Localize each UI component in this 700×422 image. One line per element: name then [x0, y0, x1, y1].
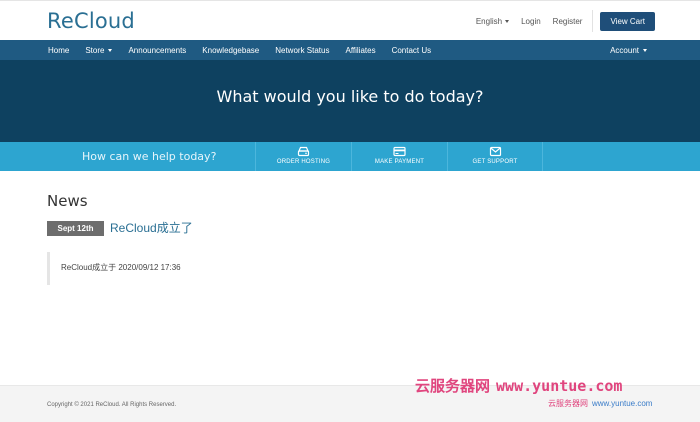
envelope-icon [489, 146, 501, 157]
divider [592, 10, 594, 32]
nav-item-knowledgebase[interactable]: Knowledgebase [202, 46, 259, 55]
news-excerpt-text: ReCloud成立于 2020/09/12 17:36 [61, 263, 181, 272]
news-heading: News [47, 192, 88, 210]
watermark: 云服务器网 www.yuntue.com [415, 375, 622, 396]
date-badge: Sept 12th [47, 221, 104, 236]
register-link[interactable]: Register [553, 17, 583, 26]
news-title-link[interactable]: ReCloud成立了 [110, 219, 193, 236]
nav-item-home[interactable]: Home [48, 46, 69, 55]
nav-item-account[interactable]: Account [610, 40, 647, 60]
nav-item-announcements[interactable]: Announcements [128, 46, 186, 55]
copyright-text: Copyright © 2021 ReCloud. All Rights Res… [47, 402, 177, 408]
make-payment-button[interactable]: MAKE PAYMENT [351, 142, 447, 171]
logo[interactable]: ReCloud [47, 9, 135, 33]
nav-account-label: Account [610, 45, 639, 55]
chevron-down-icon [108, 48, 113, 52]
hero-banner: What would you like to do today? [0, 60, 700, 142]
news-excerpt: ReCloud成立于 2020/09/12 17:36 [47, 252, 347, 285]
main-nav: Home Store Announcements Knowledgebase N… [0, 40, 700, 60]
watermark-url: www.yuntue.com [496, 377, 623, 395]
nav-item-store-label: Store [85, 45, 105, 55]
nav-item-store[interactable]: Store [85, 45, 113, 55]
chevron-down-icon [505, 19, 510, 23]
language-label: English [475, 16, 503, 26]
top-links: English Login Register View Cart [464, 10, 655, 32]
login-link[interactable]: Login [521, 17, 541, 26]
hero-title: What would you like to do today? [216, 87, 484, 106]
get-support-button[interactable]: GET SUPPORT [447, 142, 543, 171]
watermark-cn: 云服务器网 [415, 377, 491, 395]
watermark-small-url: www.yuntue.com [592, 399, 653, 408]
credit-card-icon [393, 146, 406, 157]
nav-item-contact-us[interactable]: Contact Us [392, 46, 432, 55]
watermark-small: 云服务器网 www.yuntue.com [548, 398, 652, 409]
view-cart-button[interactable]: View Cart [600, 11, 655, 31]
header: ReCloud English Login Register View Cart [0, 0, 700, 40]
action-bar: How can we help today? ORDER HOSTING MAK… [0, 142, 700, 171]
order-hosting-label: ORDER HOSTING [276, 159, 331, 165]
language-selector[interactable]: English [475, 16, 510, 26]
make-payment-label: MAKE PAYMENT [374, 159, 425, 165]
server-icon [297, 146, 310, 157]
watermark-small-cn: 云服务器网 [548, 399, 588, 408]
get-support-label: GET SUPPORT [472, 159, 518, 165]
help-prompt: How can we help today? [82, 150, 217, 163]
nav-item-affiliates[interactable]: Affiliates [345, 46, 375, 55]
chevron-down-icon [643, 48, 647, 52]
order-hosting-button[interactable]: ORDER HOSTING [255, 142, 351, 171]
nav-item-network-status[interactable]: Network Status [275, 46, 329, 55]
